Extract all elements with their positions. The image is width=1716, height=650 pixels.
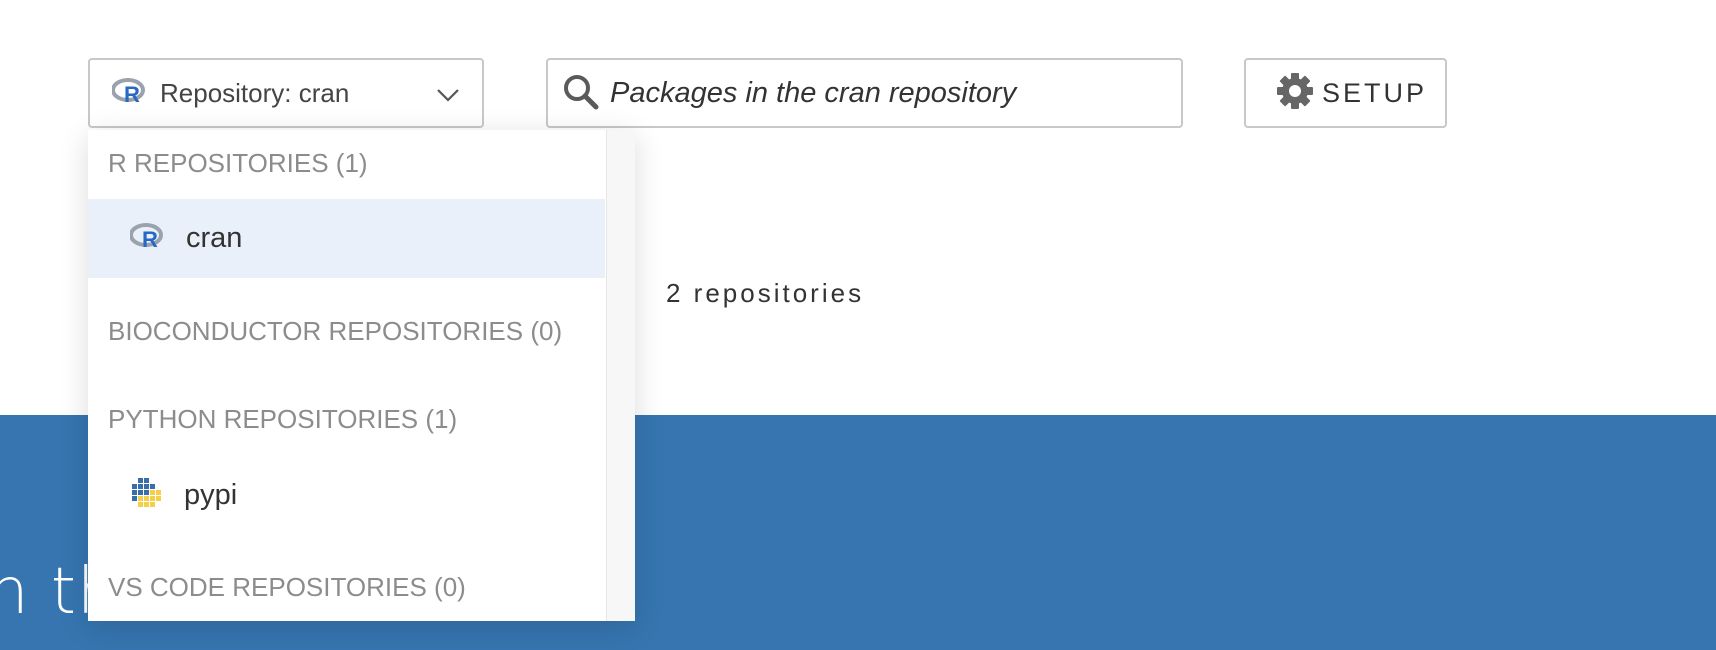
svg-text:R: R <box>124 82 140 104</box>
group-vscode-repositories: VS CODE REPOSITORIES (0) <box>108 572 466 602</box>
repository-select-label: Repository: cran <box>160 77 350 108</box>
option-label: pypi <box>184 479 238 511</box>
python-logo-icon <box>130 478 162 513</box>
r-logo-icon: R <box>111 77 146 109</box>
search-icon <box>562 73 600 116</box>
dropdown-scrollbar[interactable] <box>606 130 635 621</box>
r-logo-icon: R <box>129 223 164 254</box>
option-pypi[interactable]: pypi <box>88 456 605 535</box>
package-search[interactable] <box>546 58 1183 128</box>
group-python-repositories: PYTHON REPOSITORIES (1) <box>108 404 458 434</box>
search-input[interactable] <box>610 76 1170 110</box>
repository-dropdown[interactable]: R REPOSITORIES (1) R cran BIOCONDUCTOR R… <box>88 130 635 621</box>
option-label: cran <box>186 222 243 254</box>
gear-icon <box>1276 72 1314 115</box>
group-r-repositories: R REPOSITORIES (1) <box>108 148 368 178</box>
setup-label: SETUP <box>1322 77 1428 108</box>
option-cran[interactable]: R cran <box>88 199 605 278</box>
repository-select[interactable]: R Repository: cran <box>88 58 484 128</box>
repository-count: 2 repositories <box>666 278 865 308</box>
setup-button[interactable]: SETUP <box>1244 58 1447 128</box>
svg-text:R: R <box>142 227 158 249</box>
group-bioconductor-repositories: BIOCONDUCTOR REPOSITORIES (0) <box>108 316 563 346</box>
chevron-down-icon <box>436 80 460 113</box>
